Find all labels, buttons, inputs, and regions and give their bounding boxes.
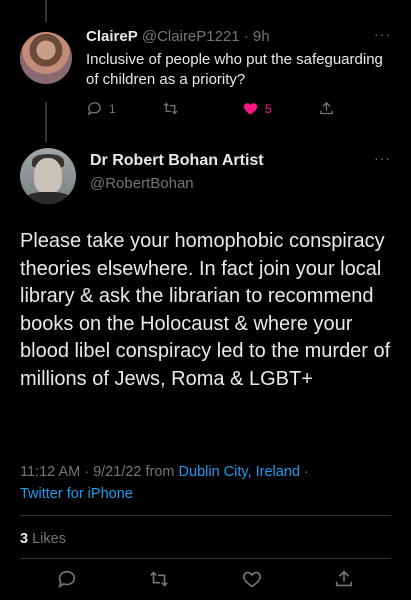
heart-icon xyxy=(243,103,258,115)
retweet-button[interactable] xyxy=(162,100,185,117)
tweet-time[interactable]: 11:12 AM xyxy=(20,464,80,480)
share-icon xyxy=(335,570,353,587)
thread-connector-mid xyxy=(45,102,47,142)
like-button[interactable] xyxy=(241,568,263,590)
more-options-icon[interactable]: ··· xyxy=(374,26,391,42)
share-button[interactable] xyxy=(318,100,335,117)
display-name[interactable]: ClaireP xyxy=(86,28,138,45)
more-options-icon[interactable]: ··· xyxy=(374,150,391,166)
tweet-date[interactable]: 9/21/22 xyxy=(93,464,141,480)
main-tweet-header: Dr Robert Bohan Artist @RobertBohan ··· xyxy=(0,146,411,206)
location-link[interactable]: Dublin City, Ireland xyxy=(179,464,300,480)
share-button[interactable] xyxy=(333,568,355,590)
retweet-icon xyxy=(150,571,168,587)
likes-count: 3 xyxy=(20,531,29,547)
reply-count: 1 xyxy=(109,101,116,116)
retweet-button[interactable] xyxy=(148,568,170,590)
tweet-actions: 1 5 xyxy=(86,100,356,122)
from-label: from xyxy=(141,464,179,480)
tweet-text: Inclusive of people who put the safeguar… xyxy=(86,51,383,88)
divider xyxy=(20,558,391,559)
separator: · xyxy=(243,28,249,45)
main-tweet-actions xyxy=(0,568,411,594)
main-tweet-text: Please take your homophobic conspiracy t… xyxy=(20,230,391,390)
likes-summary[interactable]: 3 Likes xyxy=(20,531,66,547)
tweet-header: ClaireP @ClaireP1221 · 9h xyxy=(86,28,270,45)
display-name[interactable]: Dr Robert Bohan Artist xyxy=(90,152,264,170)
tweet-metadata: 11:12 AM · 9/21/22 from Dublin City, Ire… xyxy=(20,461,400,505)
heart-icon xyxy=(243,571,261,588)
like-count: 5 xyxy=(265,101,272,116)
avatar[interactable] xyxy=(20,148,76,204)
reply-button[interactable]: 1 xyxy=(86,100,116,117)
reply-bubble-icon xyxy=(58,570,76,589)
reply-bubble-icon xyxy=(87,102,101,116)
reply-button[interactable] xyxy=(56,568,78,590)
reply-tweet[interactable]: ClaireP @ClaireP1221 · 9h ··· Inclusive … xyxy=(0,26,411,136)
thread-connector-top xyxy=(45,0,47,22)
avatar[interactable] xyxy=(20,32,72,84)
handle[interactable]: @RobertBohan xyxy=(90,175,194,192)
avatar-shirt xyxy=(24,192,72,204)
retweet-icon xyxy=(163,102,178,115)
client-link[interactable]: Twitter for iPhone xyxy=(20,486,133,502)
tweet-age[interactable]: 9h xyxy=(253,28,270,45)
divider xyxy=(20,515,391,516)
handle[interactable]: @ClaireP1221 xyxy=(142,28,240,45)
meta-separator: · xyxy=(299,464,309,480)
meta-separator: · xyxy=(80,464,94,480)
like-button[interactable]: 5 xyxy=(242,100,272,117)
share-icon xyxy=(320,101,333,115)
likes-label: Likes xyxy=(28,531,66,547)
avatar-face xyxy=(34,158,62,194)
